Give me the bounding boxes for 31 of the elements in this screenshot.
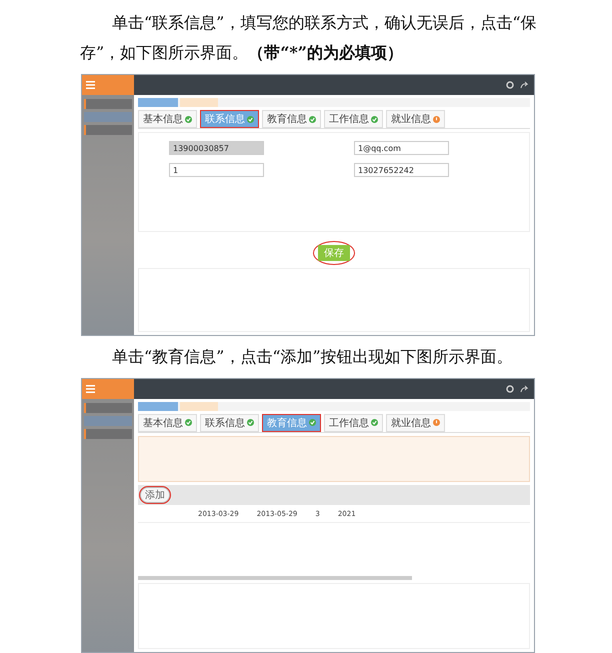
check-icon — [185, 116, 192, 122]
info-tab[interactable]: 就业信息 — [386, 110, 445, 128]
info-tab[interactable]: 教育信息 — [262, 110, 321, 128]
check-icon — [371, 419, 378, 426]
info-tab[interactable]: 就业信息 — [386, 414, 445, 432]
info-tab[interactable]: 工作信息 — [324, 110, 383, 128]
arrow-icon[interactable] — [520, 384, 528, 393]
add-button[interactable]: 添加 — [140, 486, 170, 503]
check-icon — [309, 116, 316, 122]
input-field[interactable]: 1@qq.com — [354, 141, 449, 155]
info-tab[interactable]: 基本信息 — [138, 110, 197, 128]
input-field[interactable]: 1 — [169, 163, 264, 177]
warning-icon — [433, 419, 440, 426]
instruction-text: 单击“教育信息”，点击“添加”按钮出现如下图所示界面。 — [111, 346, 514, 368]
check-icon — [371, 116, 378, 122]
instruction-text: 单击“联系信息”，填写您的联系方式，确认无误后，点击“保存”，如下图所示界面。（带“*”的为必填项） — [79, 12, 538, 64]
gear-icon[interactable] — [506, 81, 514, 89]
gear-icon[interactable] — [506, 384, 514, 393]
warning-icon — [433, 116, 440, 122]
arrow-icon[interactable] — [520, 81, 528, 89]
menu-icon[interactable] — [86, 384, 95, 393]
input-field[interactable]: 13027652242 — [354, 163, 449, 177]
menu-icon[interactable] — [86, 81, 95, 89]
check-icon — [185, 419, 192, 426]
info-tab[interactable]: 基本信息 — [138, 414, 197, 432]
page-tab[interactable] — [138, 402, 178, 411]
check-icon — [247, 116, 254, 122]
check-icon — [247, 419, 254, 426]
check-icon — [309, 419, 316, 426]
info-tab[interactable]: 联系信息 — [200, 414, 259, 432]
info-tab[interactable]: 工作信息 — [324, 414, 383, 432]
